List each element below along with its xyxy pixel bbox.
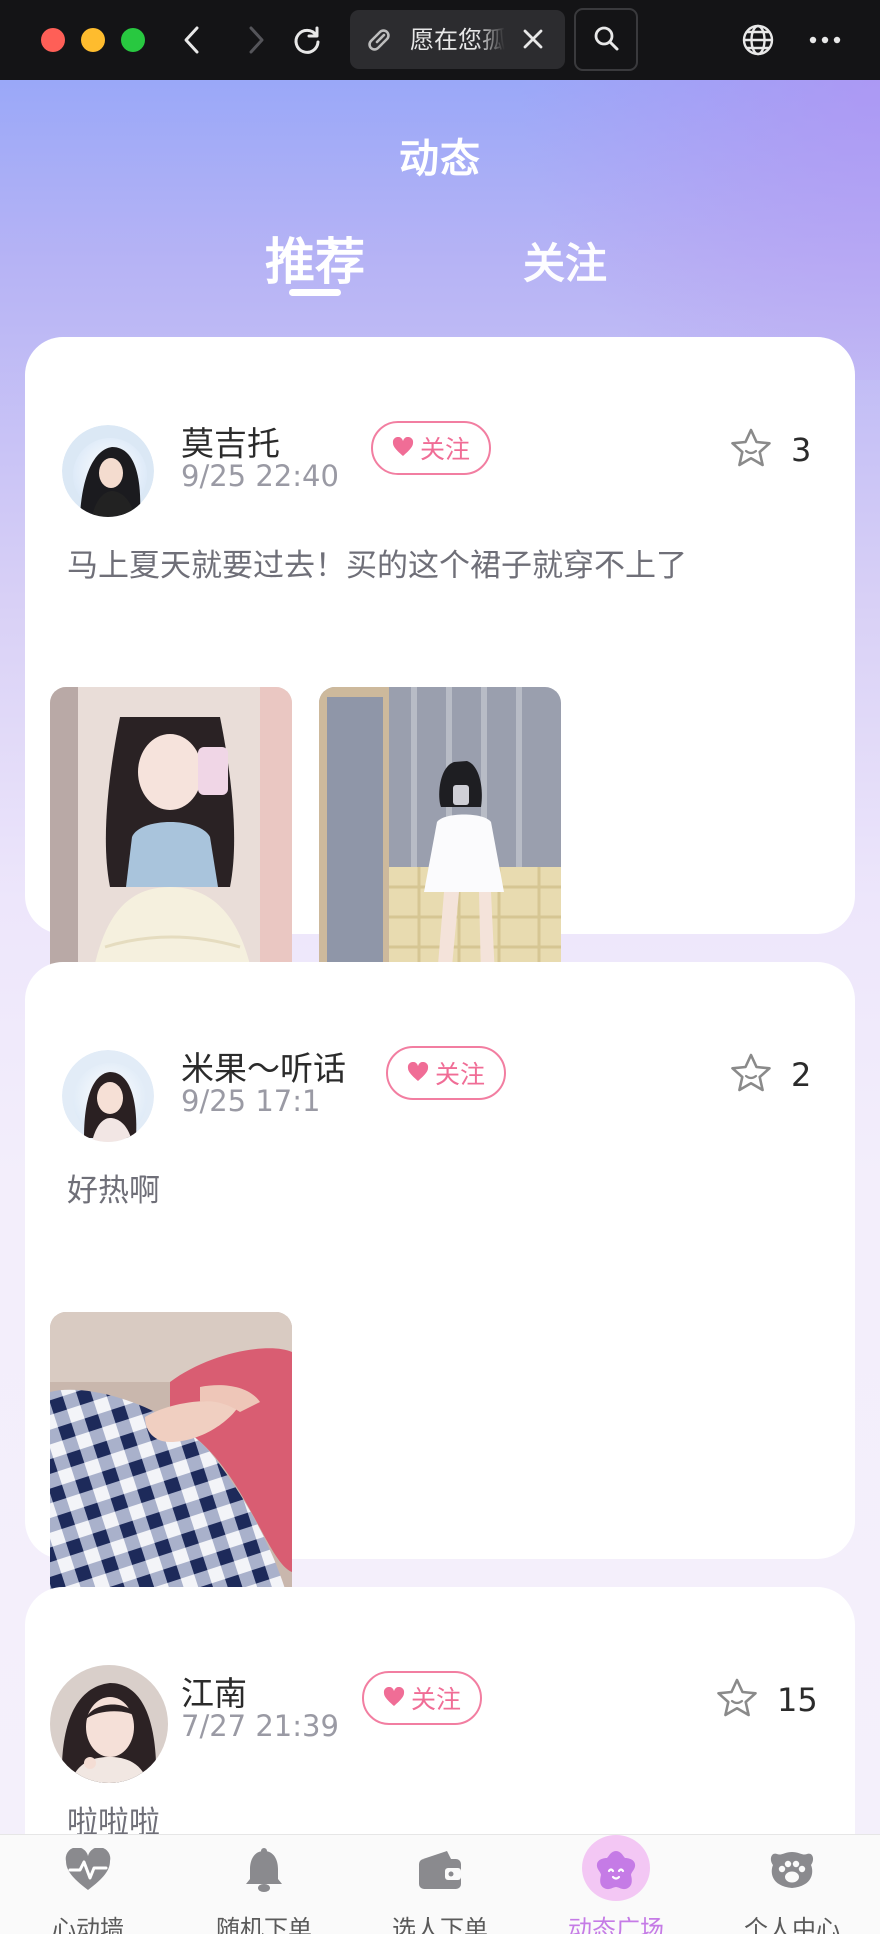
tab-random-order[interactable]: 随机下单 — [176, 1835, 352, 1934]
close-icon[interactable] — [520, 26, 546, 56]
heartbeat-icon — [63, 1845, 113, 1895]
window-zoom-dot[interactable] — [121, 28, 145, 52]
tab-label: 动态广场 — [568, 1915, 664, 1934]
browser-toolbar: 愿在您孤独时陪伴您 — [0, 0, 880, 80]
avatar[interactable] — [62, 1050, 154, 1142]
like-count: 15 — [777, 1681, 818, 1719]
moments-page: 动态 推荐 关注 莫吉托 9/25 22:40 关注 3 马上夏天就要过去！买的… — [0, 80, 880, 1934]
follow-label: 关注 — [434, 1060, 485, 1089]
star-icon — [729, 427, 773, 473]
post-time: 9/25 17:1 — [181, 1084, 321, 1118]
reload-icon[interactable] — [287, 20, 327, 60]
post-photo[interactable] — [50, 1312, 292, 1614]
tab-label: 选人下单 — [392, 1915, 488, 1934]
username[interactable]: 米果～听话 — [181, 1042, 346, 1090]
like-counter[interactable]: 2 — [729, 1052, 811, 1098]
window-minimize-dot[interactable] — [81, 28, 105, 52]
post-text: 好热啊 — [67, 1173, 160, 1209]
tab-recommended[interactable]: 推荐 — [260, 222, 370, 294]
heart-icon — [407, 1059, 429, 1088]
follow-label: 关注 — [410, 1685, 461, 1714]
tab-heart-wall[interactable]: 心动墙 — [0, 1835, 176, 1934]
post-photo[interactable] — [50, 687, 292, 989]
username[interactable]: 江南 — [181, 1667, 247, 1715]
star-icon — [715, 1677, 759, 1723]
bell-icon — [239, 1845, 289, 1895]
window-close-dot[interactable] — [41, 28, 65, 52]
post-photo[interactable] — [319, 687, 561, 989]
address-bar[interactable]: 愿在您孤独时陪伴您 — [350, 10, 565, 69]
follow-button[interactable]: 关注 — [371, 421, 491, 475]
link-icon — [364, 25, 394, 59]
like-counter[interactable]: 3 — [729, 427, 811, 473]
avatar[interactable] — [50, 1665, 168, 1783]
tab-moments-square[interactable]: 动态广场 — [528, 1835, 704, 1934]
post-card: 米果～听话 9/25 17:1 关注 2 好热啊 — [25, 962, 855, 1614]
tab-label: 心动墙 — [52, 1915, 124, 1934]
like-counter[interactable]: 15 — [715, 1677, 818, 1723]
back-icon[interactable] — [172, 20, 212, 60]
tab-label: 随机下单 — [216, 1915, 312, 1934]
tab-following[interactable]: 关注 — [512, 230, 618, 291]
wallet-icon — [415, 1845, 465, 1895]
post-time: 9/25 22:40 — [181, 459, 339, 493]
like-count: 3 — [791, 431, 812, 469]
avatar[interactable] — [62, 425, 154, 517]
tab-choose-order[interactable]: 选人下单 — [352, 1835, 528, 1934]
tab-profile[interactable]: 个人中心 — [704, 1835, 880, 1934]
username[interactable]: 莫吉托 — [181, 417, 280, 465]
post-time: 7/27 21:39 — [181, 1709, 339, 1743]
follow-button[interactable]: 关注 — [362, 1671, 482, 1725]
heart-icon — [383, 1684, 405, 1713]
paw-icon — [767, 1845, 817, 1895]
follow-label: 关注 — [419, 435, 470, 464]
tab-label: 个人中心 — [744, 1915, 840, 1934]
globe-icon[interactable] — [738, 20, 778, 60]
search-button[interactable] — [574, 8, 638, 71]
page-title: 动态 — [399, 136, 481, 182]
active-tab-indicator — [289, 289, 341, 296]
search-icon — [592, 24, 620, 56]
heart-icon — [392, 434, 414, 463]
post-text: 马上夏天就要过去！买的这个裙子就穿不上了 — [67, 548, 687, 584]
bottom-tab-bar: 心动墙 随机下单 选人下单 动态广场 个人中心 — [0, 1834, 880, 1934]
follow-button[interactable]: 关注 — [386, 1046, 506, 1100]
star-icon — [729, 1052, 773, 1098]
tab-title: 愿在您孤独时陪伴您 — [410, 26, 505, 54]
post-card: 莫吉托 9/25 22:40 关注 3 马上夏天就要过去！买的这个裙子就穿不上了 — [25, 337, 855, 989]
like-count: 2 — [791, 1056, 812, 1094]
more-icon[interactable] — [805, 20, 845, 60]
forward-icon[interactable] — [236, 20, 276, 60]
flower-icon — [591, 1845, 641, 1895]
